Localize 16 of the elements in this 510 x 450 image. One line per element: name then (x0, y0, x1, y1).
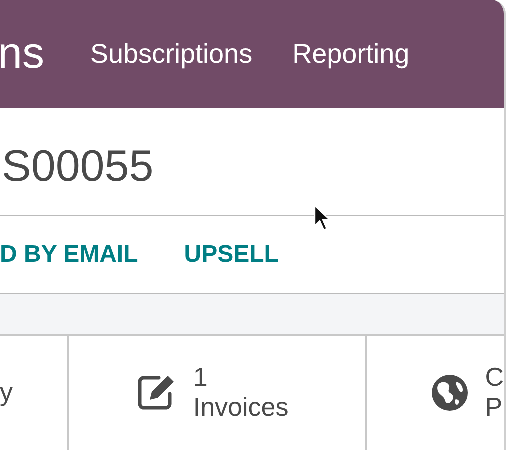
stat-button[interactable]: y (0, 336, 70, 450)
stat-label: 1 (193, 363, 209, 393)
stat-label: P (485, 393, 504, 423)
mouse-cursor-icon (314, 205, 330, 231)
globe-icon (431, 374, 470, 412)
stat-button[interactable]: C P (367, 336, 504, 450)
action-button[interactable]: D BY EMAIL (0, 242, 138, 266)
stat-label: Invoices (193, 393, 289, 423)
record-title: S00055 (1, 140, 154, 188)
stat-label: y (0, 378, 13, 408)
action-button[interactable]: UPSELL (184, 242, 279, 266)
stat-button[interactable]: 1 Invoices (69, 336, 368, 450)
menu-item[interactable]: Subscriptions (90, 40, 253, 68)
stat-label: C (485, 363, 504, 393)
app-name: ns (0, 32, 44, 76)
menu-item[interactable]: Reporting (292, 40, 410, 68)
